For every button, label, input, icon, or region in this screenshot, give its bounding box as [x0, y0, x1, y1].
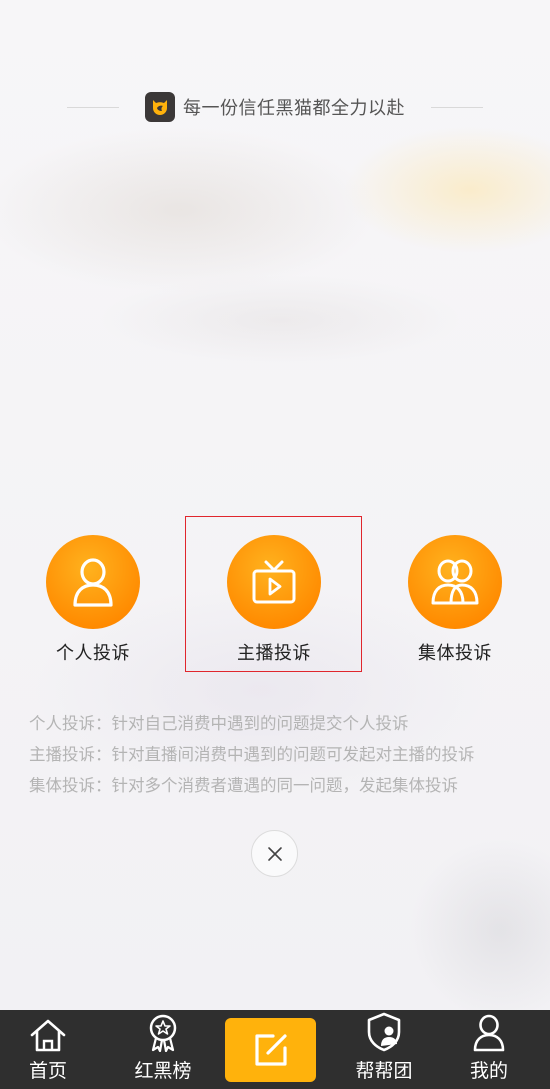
divider-left — [67, 106, 119, 108]
group-complaint-circle — [408, 535, 502, 629]
group-complaint-label: 集体投诉 — [418, 643, 492, 664]
person-icon — [73, 558, 113, 607]
slogan-header: 每一份信任黑猫都全力以赴 — [0, 90, 550, 124]
personal-complaint-label: 个人投诉 — [56, 643, 130, 664]
tab-help-group-label: 帮帮团 — [355, 1060, 413, 1082]
tab-mine-label: 我的 — [469, 1060, 508, 1082]
tab-ranking-label: 红黑榜 — [134, 1060, 192, 1082]
close-button[interactable] — [251, 830, 298, 877]
divider-right — [431, 106, 483, 108]
medal-icon — [146, 1010, 180, 1052]
black-cat-logo-icon — [145, 92, 175, 122]
description-anchor: 主播投诉：针对直播间消费中遇到的问题可发起对主播的投诉 — [29, 745, 475, 764]
tab-help-group[interactable]: 帮帮团 — [348, 1010, 420, 1089]
post-complaint-button[interactable] — [225, 1018, 316, 1082]
description-group: 集体投诉：针对多个消费者遭遇的同一问题，发起集体投诉 — [29, 776, 458, 795]
selection-highlight-box — [185, 516, 362, 672]
tab-home-label: 首页 — [28, 1060, 67, 1082]
close-icon — [267, 846, 282, 861]
tab-home[interactable]: 首页 — [16, 1010, 80, 1089]
personal-complaint-circle — [46, 535, 140, 629]
edit-icon — [254, 1034, 287, 1066]
user-icon — [472, 1010, 506, 1052]
group-icon — [431, 559, 479, 605]
personal-complaint-button[interactable]: 个人投诉 — [23, 535, 163, 675]
group-complaint-button[interactable]: 集体投诉 — [385, 535, 525, 675]
tab-ranking[interactable]: 红黑榜 — [128, 1010, 198, 1089]
bottom-tab-bar: 首页 红黑榜 帮帮团 我的 — [0, 1010, 550, 1089]
complaint-descriptions: 个人投诉：针对自己消费中遇到的问题提交个人投诉 主播投诉：针对直播间消费中遇到的… — [29, 711, 529, 804]
description-personal: 个人投诉：针对自己消费中遇到的问题提交个人投诉 — [29, 714, 409, 733]
slogan-text: 每一份信任黑猫都全力以赴 — [183, 98, 405, 119]
shield-user-icon — [365, 1010, 403, 1052]
tab-mine[interactable]: 我的 — [462, 1010, 516, 1089]
home-icon — [29, 1010, 67, 1052]
